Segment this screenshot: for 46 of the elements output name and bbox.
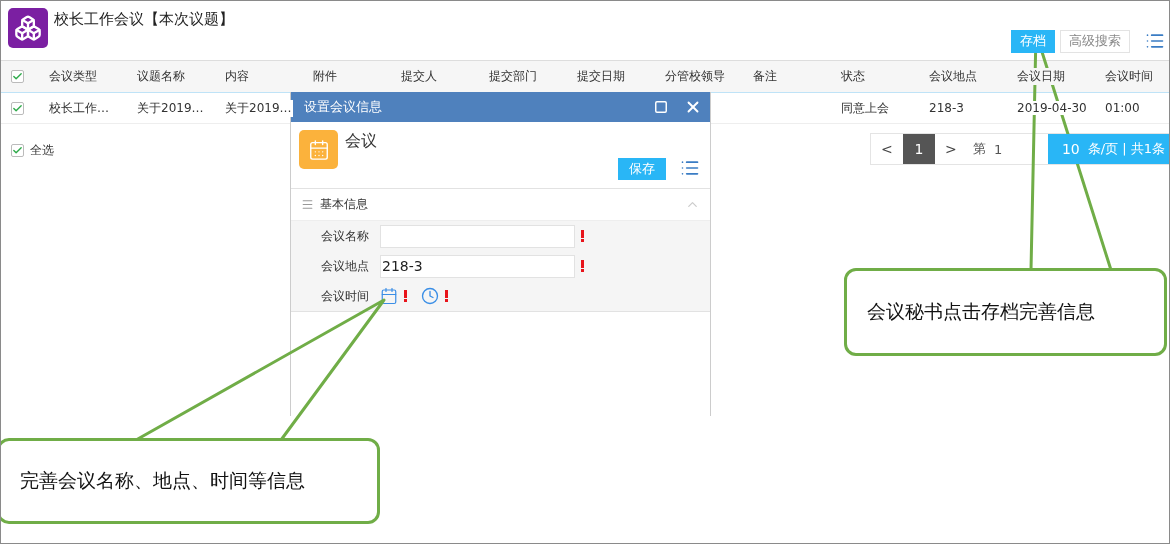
table-cell: 2019-04-30 (1016, 101, 1088, 115)
table-cell: 218-3 (928, 101, 965, 115)
select-all-label: 全选 (30, 142, 54, 159)
column-header: 会议地点 (928, 68, 978, 85)
column-header: 提交人 (400, 68, 438, 85)
column-header: 备注 (752, 68, 778, 85)
callout: 会议秘书点击存档完善信息 (844, 268, 1167, 356)
column-header: 内容 (224, 68, 250, 85)
checkbox[interactable] (11, 144, 24, 157)
page-title: 校长工作会议【本次议题】 (54, 10, 234, 30)
maximize-icon[interactable] (654, 100, 668, 114)
dialog-heading: 会议 (345, 131, 378, 152)
table-cell: 01:00 (1104, 101, 1141, 115)
page-label: 第 (971, 140, 987, 158)
callout: 完善会议名称、地点、时间等信息 (1, 438, 380, 524)
column-header: 分管校领导 (664, 68, 726, 85)
advanced-search-button[interactable]: 高级搜索 (1060, 29, 1130, 53)
calendar-icon (299, 130, 338, 169)
column-header: 状态 (840, 68, 866, 85)
column-header: 会议时间 (1104, 68, 1154, 85)
cubes-icon (8, 8, 48, 48)
table-cell: 同意上会 (840, 99, 890, 117)
input-field[interactable] (380, 224, 575, 248)
column-header: 附件 (312, 68, 338, 85)
table-cell: 校长工作… (48, 99, 110, 117)
checkbox[interactable] (11, 101, 24, 115)
column-header: 会议类型 (48, 68, 98, 85)
calendar-icon[interactable] (380, 287, 398, 305)
menu-icon (301, 198, 314, 211)
field-label: 会议名称 (320, 227, 369, 245)
column-header: 提交部门 (488, 68, 538, 85)
input-field[interactable]: 218-3 (380, 254, 575, 278)
dialog-title: 设置会议信息 (304, 98, 383, 116)
page-button[interactable]: 1 (902, 134, 935, 164)
clock-icon[interactable] (421, 287, 439, 305)
page-summary: 条/页 | 共1条 (1087, 140, 1165, 158)
table-cell: 关于2019… (224, 99, 293, 117)
list-icon[interactable] (1145, 31, 1165, 51)
field-label: 会议地点 (320, 257, 369, 275)
column-header: 议题名称 (136, 68, 186, 85)
list-icon[interactable] (680, 158, 700, 178)
field-label: 会议时间 (320, 287, 369, 305)
column-header: 会议日期 (1016, 68, 1066, 85)
column-header: 提交日期 (576, 68, 626, 85)
checkbox[interactable] (11, 70, 24, 83)
table-cell: 关于2019… (136, 99, 205, 117)
